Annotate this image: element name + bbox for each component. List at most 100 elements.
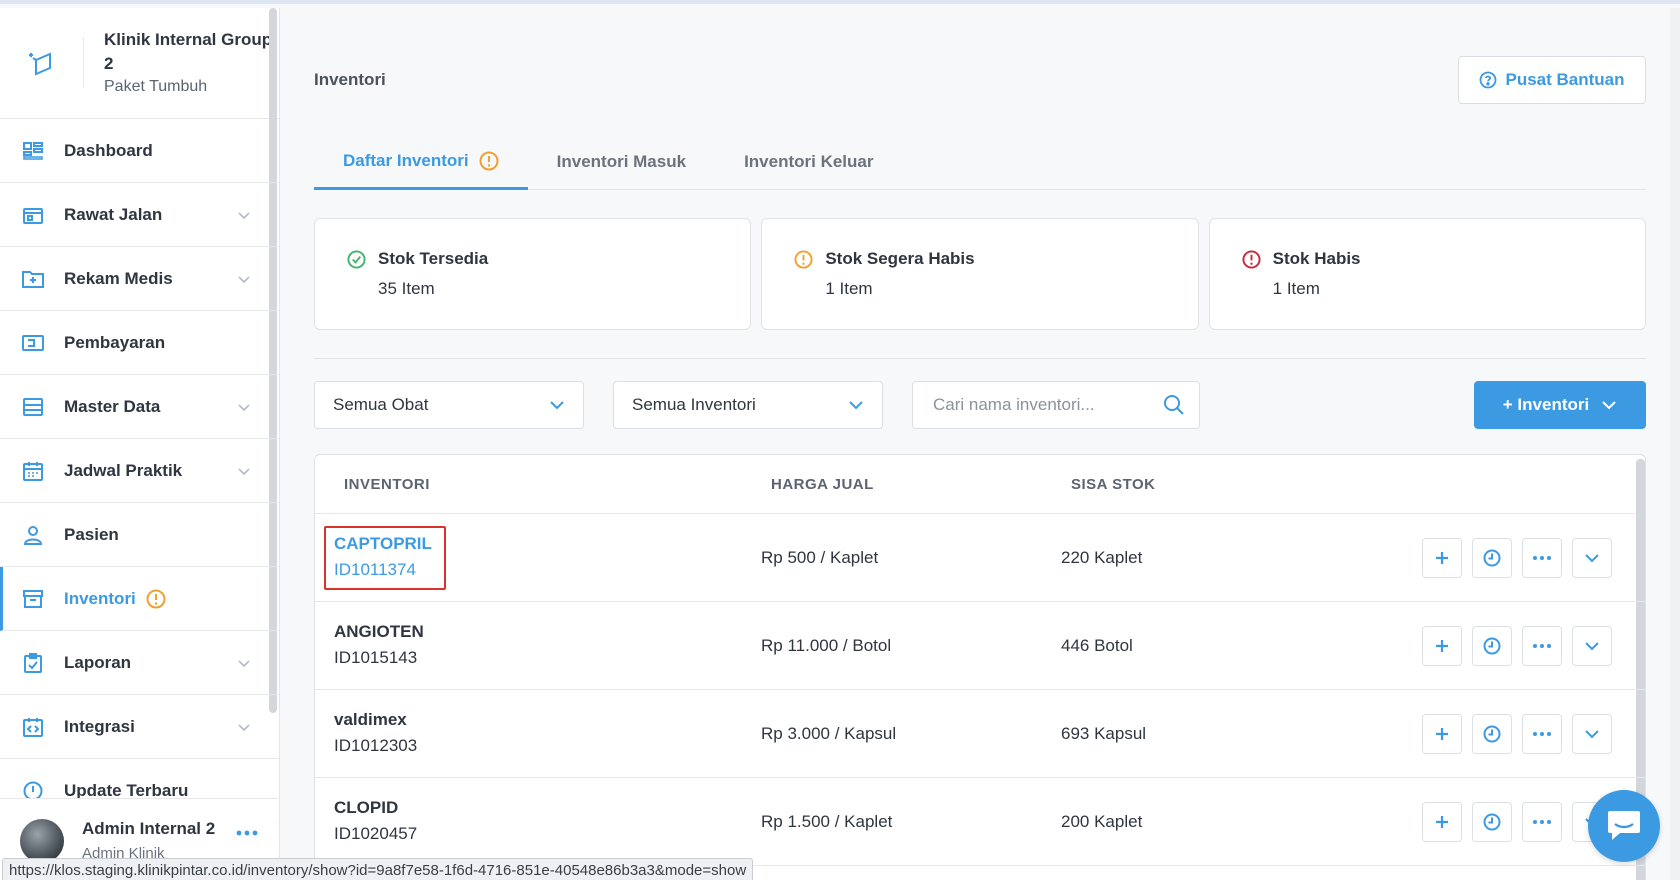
sidebar-item-label: Rekam Medis [64, 268, 173, 288]
add-stock-button[interactable] [1422, 626, 1462, 666]
table-row[interactable]: ANGIOTEN ID1015143 Rp 11.000 / Botol 446… [315, 602, 1645, 690]
more-options-icon [1533, 732, 1551, 736]
tab-label: Inventori Masuk [556, 152, 687, 171]
more-options-icon[interactable] [236, 823, 258, 841]
clock-icon [1483, 637, 1501, 655]
table-row[interactable]: valdimex ID1012303 Rp 3.000 / Kapsul 693… [315, 690, 1645, 778]
expand-button[interactable] [1572, 538, 1612, 578]
item-stock: 220 Kaplet [1061, 548, 1143, 567]
stat-card-low[interactable]: Stok Segera Habis 1 Item [761, 218, 1199, 330]
plus-icon [1436, 816, 1448, 828]
search-icon[interactable] [1163, 394, 1185, 416]
add-stock-button[interactable] [1422, 714, 1462, 754]
sidebar-item-label: Inventori [64, 588, 136, 608]
window-scrollbar[interactable] [1670, 8, 1680, 880]
sidebar-item-rawat-jalan[interactable]: Rawat Jalan [0, 183, 279, 247]
expand-button[interactable] [1572, 714, 1612, 754]
sidebar-item-rekam-medis[interactable]: Rekam Medis [0, 247, 279, 311]
stat-card-available[interactable]: Stok Tersedia 35 Item [314, 218, 752, 330]
sidebar-item-laporan[interactable]: Laporan [0, 631, 279, 695]
more-button[interactable] [1522, 714, 1562, 754]
help-center-label: Pusat Bantuan [1505, 70, 1625, 89]
warning-circle-icon [794, 249, 813, 269]
sidebar-item-inventori[interactable]: Inventori [0, 567, 279, 631]
history-button[interactable] [1472, 714, 1512, 754]
stat-card-empty[interactable]: Stok Habis 1 Item [1208, 218, 1646, 330]
expand-button[interactable] [1572, 626, 1612, 666]
add-inventory-label: + Inventori [1502, 395, 1590, 414]
row-actions [1422, 714, 1612, 754]
item-name-link[interactable]: valdimex [334, 710, 417, 730]
help-center-button[interactable]: Pusat Bantuan [1458, 56, 1646, 104]
more-options-icon [1533, 820, 1551, 824]
chevron-down-icon [238, 275, 250, 283]
column-header-inventory[interactable]: INVENTORI [344, 476, 430, 493]
sidebar-item-label: Laporan [64, 652, 132, 672]
more-button[interactable] [1522, 626, 1562, 666]
sidebar-item-pembayaran[interactable]: Pembayaran [0, 311, 279, 375]
history-button[interactable] [1472, 802, 1512, 842]
sidebar-item-integrasi[interactable]: Integrasi [0, 695, 279, 759]
stat-title: Stok Segera Habis [825, 249, 975, 268]
more-button[interactable] [1522, 538, 1562, 578]
add-stock-button[interactable] [1422, 538, 1462, 578]
add-inventory-button[interactable]: + Inventori [1474, 381, 1646, 429]
help-icon [1480, 71, 1497, 89]
chevron-down-icon [1585, 554, 1599, 563]
tab-daftar-inventori[interactable]: Daftar Inventori [314, 134, 528, 190]
sidebar-item-label: Master Data [64, 396, 161, 416]
sidebar-item-master-data[interactable]: Master Data [0, 375, 279, 439]
table-row[interactable]: CLOPID ID1020457 Rp 1.500 / Kaplet 200 K… [315, 778, 1645, 866]
sidebar-item-dashboard[interactable]: Dashboard [0, 119, 279, 183]
stat-value: 1 Item [825, 279, 873, 298]
row-actions [1422, 626, 1612, 666]
medicine-filter-select[interactable]: Semua Obat [314, 381, 584, 429]
sidebar: Klinik Internal Group 2 Paket Tumbuh Das… [0, 8, 280, 880]
more-button[interactable] [1522, 802, 1562, 842]
section-divider [314, 358, 1646, 359]
medical-record-icon [22, 268, 44, 290]
inventory-table: INVENTORI HARGA JUAL SISA STOK CAPTOPRIL… [314, 454, 1646, 880]
sidebar-item-label: Pembayaran [64, 332, 166, 352]
inventory-filter-select[interactable]: Semua Inventori [613, 381, 883, 429]
clinic-plan: Paket Tumbuh [104, 78, 208, 95]
clinic-header[interactable]: Klinik Internal Group 2 Paket Tumbuh [0, 8, 279, 119]
item-name-link[interactable]: CAPTOPRIL [334, 534, 432, 554]
search-input[interactable] [933, 395, 1163, 415]
chevron-down-icon [1585, 642, 1599, 651]
chevron-down-icon [1585, 730, 1599, 739]
outpatient-icon [22, 204, 44, 226]
plus-icon [1436, 552, 1448, 564]
column-header-price[interactable]: HARGA JUAL [771, 476, 874, 493]
tab-inventori-masuk[interactable]: Inventori Masuk [528, 134, 715, 190]
chevron-down-icon [238, 723, 250, 731]
alert-circle-icon [1242, 249, 1261, 269]
table-row[interactable]: CAPTOPRIL ID1011374 Rp 500 / Kaplet 220 … [315, 514, 1645, 602]
column-header-stock[interactable]: SISA STOK [1071, 476, 1156, 493]
tab-inventori-keluar[interactable]: Inventori Keluar [715, 134, 902, 190]
item-name-link[interactable]: CLOPID [334, 798, 417, 818]
item-price: Rp 3.000 / Kapsul [761, 724, 897, 743]
sidebar-item-pasien[interactable]: Pasien [0, 503, 279, 567]
more-options-icon [1533, 644, 1551, 648]
report-icon [22, 652, 44, 674]
chevron-down-icon [238, 403, 250, 411]
page-title: Inventori [314, 70, 386, 89]
sidebar-item-jadwal-praktik[interactable]: Jadwal Praktik [0, 439, 279, 503]
main-content: Inventori Pusat Bantuan Daftar Inventori… [290, 8, 1680, 880]
item-name-link[interactable]: ANGIOTEN [334, 622, 424, 642]
add-stock-button[interactable] [1422, 802, 1462, 842]
history-button[interactable] [1472, 626, 1512, 666]
chat-support-button[interactable] [1588, 790, 1660, 862]
item-id[interactable]: ID1011374 [334, 560, 432, 580]
plus-icon [1436, 640, 1448, 652]
history-button[interactable] [1472, 538, 1512, 578]
patient-icon [22, 524, 44, 546]
row-actions [1422, 802, 1612, 842]
item-id[interactable]: ID1020457 [334, 824, 417, 844]
calendar-icon [22, 460, 44, 482]
item-id[interactable]: ID1012303 [334, 736, 417, 756]
clinic-logo-icon [18, 38, 84, 88]
stat-title: Stok Tersedia [378, 249, 489, 268]
item-id[interactable]: ID1015143 [334, 648, 424, 668]
